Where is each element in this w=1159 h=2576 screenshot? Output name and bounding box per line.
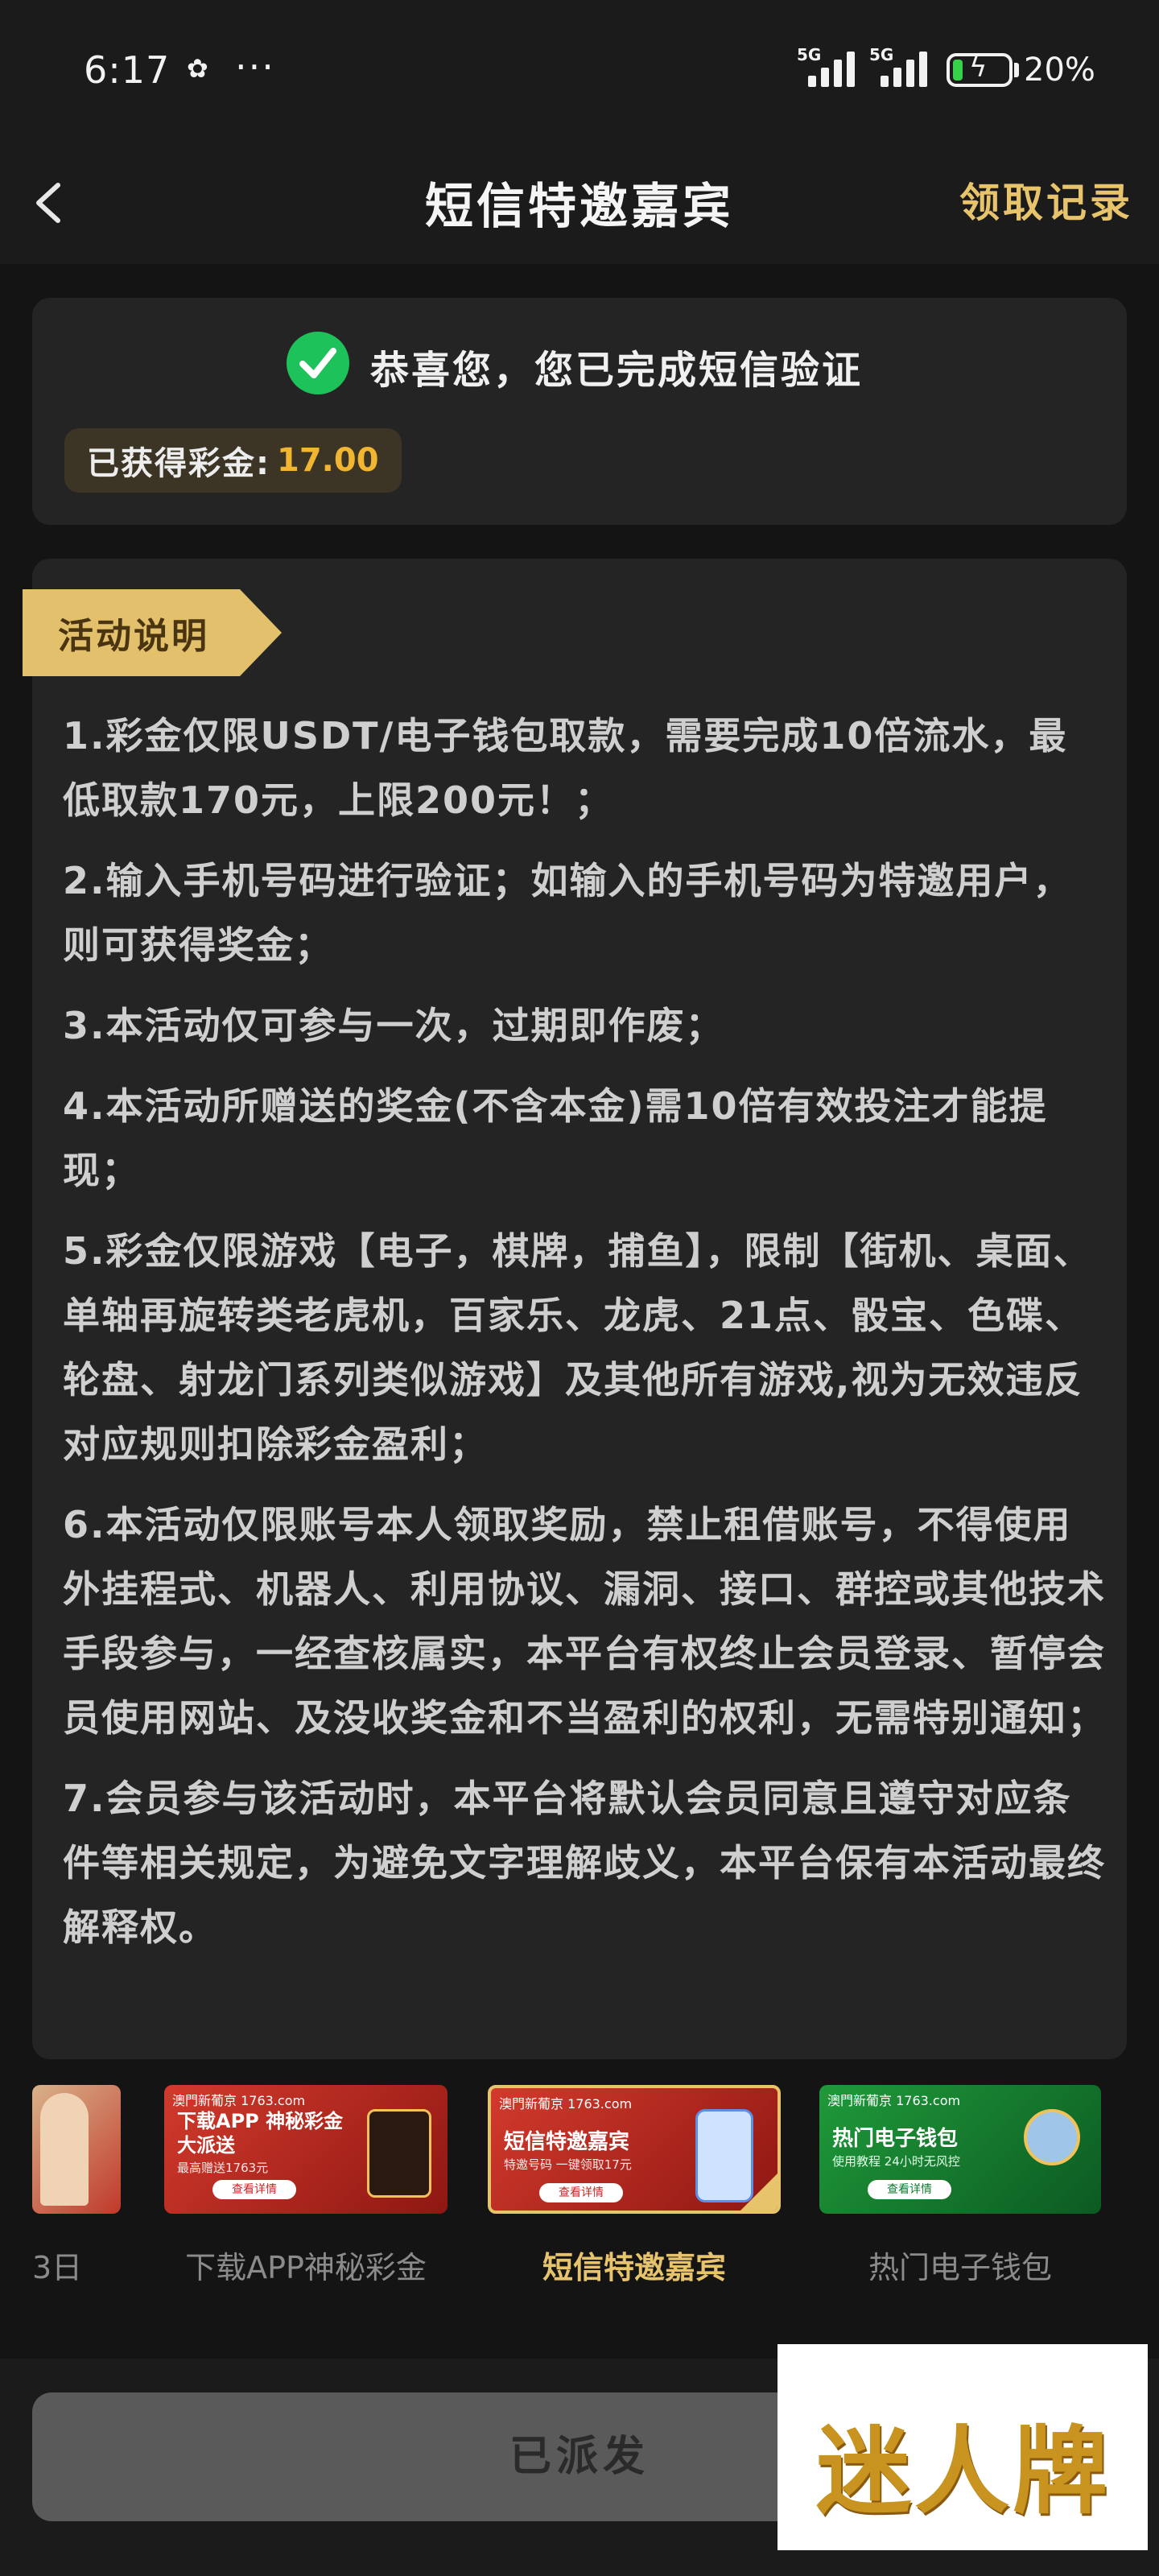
sim2-label: 5G bbox=[869, 45, 894, 64]
battery-percent: 20% bbox=[1024, 52, 1095, 89]
claim-record-link[interactable]: 领取记录 bbox=[959, 171, 1133, 229]
coin-image bbox=[1024, 2109, 1080, 2165]
signal-icon-sim1: 5G bbox=[797, 45, 864, 87]
status-time: 6:17 bbox=[84, 48, 171, 92]
battery-fill bbox=[953, 60, 963, 80]
selected-corner-mark bbox=[740, 2174, 777, 2211]
promo-brand: 澳門新葡京 1763.com bbox=[172, 2093, 306, 2108]
promo-caption[interactable]: 3日 bbox=[32, 2243, 97, 2287]
rule-item: 1.彩金仅限USDT/电子钱包取款，需要完成10倍流水，最低取款170元，上限2… bbox=[63, 714, 1068, 822]
nav-bar: 短信特邀嘉宾 领取记录 bbox=[0, 142, 1159, 264]
bonus-badge: 已获得彩金: 17.00 bbox=[64, 428, 402, 493]
watermark-logo: 迷人牌 bbox=[777, 2344, 1148, 2550]
promo-sub: 使用教程 24小时无风控 bbox=[832, 2154, 960, 2169]
bonus-value: 17.00 bbox=[277, 442, 379, 479]
charging-icon: ϟ bbox=[969, 52, 988, 84]
promo-brand: 澳門新葡京 1763.com bbox=[499, 2096, 633, 2112]
promo-caption[interactable]: 热门电子钱包 bbox=[819, 2243, 1101, 2287]
promo-sub: 最高赠送1763元 bbox=[177, 2161, 269, 2175]
promo-headline: 热门电子钱包 bbox=[832, 2127, 959, 2151]
signal-icon-sim2: 5G bbox=[869, 45, 937, 87]
promo-person-image bbox=[40, 2093, 89, 2206]
promo-caption[interactable]: 下载APP神秘彩金 bbox=[164, 2243, 448, 2287]
bonus-label: 已获得彩金: bbox=[87, 445, 270, 482]
watermark-text: 迷人牌 bbox=[816, 2416, 1112, 2527]
rule-item: 2.输入手机号码进行验证；如输入的手机号码为特邀用户，则可获得奖金； bbox=[63, 859, 1072, 967]
rule-item: 3.本活动仅可参与一次，过期即作废； bbox=[63, 1004, 724, 1047]
promo-detail-button[interactable]: 查看详情 bbox=[539, 2183, 623, 2202]
rules-ribbon: 活动说明 bbox=[23, 589, 282, 676]
activity-rules-card: 活动说明 1.彩金仅限USDT/电子钱包取款，需要完成10倍流水，最低取款170… bbox=[23, 559, 1127, 2059]
verification-success-card: 恭喜您，您已完成短信验证 已获得彩金: 17.00 bbox=[32, 298, 1127, 525]
notification-icon: ✿ bbox=[187, 53, 208, 84]
status-bar: 6:17 ✿ ··· 5G 5G ϟ 20% bbox=[0, 0, 1159, 142]
promo-headline: 短信特邀嘉宾 bbox=[504, 2130, 630, 2154]
rules-title: 活动说明 bbox=[58, 616, 209, 657]
sim1-label: 5G bbox=[797, 45, 822, 64]
phone-gift-image bbox=[367, 2109, 431, 2198]
rule-item: 7.会员参与该活动时，本平台将默认会员同意且遵守对应条件等相关规定，为避免文字理… bbox=[63, 1777, 1106, 1949]
more-notifications-icon: ··· bbox=[235, 45, 275, 89]
battery-icon: ϟ bbox=[947, 52, 1013, 87]
promo-card-active[interactable]: 澳門新葡京 1763.com 短信特邀嘉宾 特邀号码 一键领取17元 查看详情 bbox=[488, 2085, 781, 2214]
promo-detail-button[interactable]: 查看详情 bbox=[868, 2180, 951, 2199]
promo-card[interactable]: 澳門新葡京 1763.com 热门电子钱包 使用教程 24小时无风控 查看详情 bbox=[819, 2085, 1101, 2214]
success-message: 恭喜您，您已完成短信验证 bbox=[370, 348, 864, 393]
rule-item: 6.本活动仅限账号本人领取奖励，禁止租借账号，不得使用外挂程式、机器人、利用协议… bbox=[63, 1503, 1106, 1740]
rules-list: 1.彩金仅限USDT/电子钱包取款，需要完成10倍流水，最低取款170元，上限2… bbox=[63, 704, 1106, 1975]
promo-carousel[interactable]: 3日 澳門新葡京 1763.com 下载APP 神秘彩金大派送 最高赠送1763… bbox=[0, 2077, 1159, 2286]
promo-detail-button[interactable]: 查看详情 bbox=[212, 2180, 296, 2199]
promo-card[interactable] bbox=[32, 2085, 121, 2214]
promo-sub: 特邀号码 一键领取17元 bbox=[504, 2157, 632, 2172]
promo-headline: 下载APP 神秘彩金大派送 bbox=[177, 2110, 344, 2157]
rule-item: 4.本活动所赠送的奖金(不含本金)需10倍有效投注才能提现； bbox=[63, 1084, 1048, 1192]
promo-brand: 澳門新葡京 1763.com bbox=[827, 2093, 961, 2108]
rule-item: 5.彩金仅限游戏【电子，棋牌，捕鱼】，限制【街机、桌面、单轴再旋转类老虎机，百家… bbox=[63, 1229, 1092, 1466]
promo-card[interactable]: 澳門新葡京 1763.com 下载APP 神秘彩金大派送 最高赠送1763元 查… bbox=[164, 2085, 448, 2214]
promo-caption-active[interactable]: 短信特邀嘉宾 bbox=[488, 2243, 781, 2287]
check-circle-icon bbox=[287, 332, 349, 394]
